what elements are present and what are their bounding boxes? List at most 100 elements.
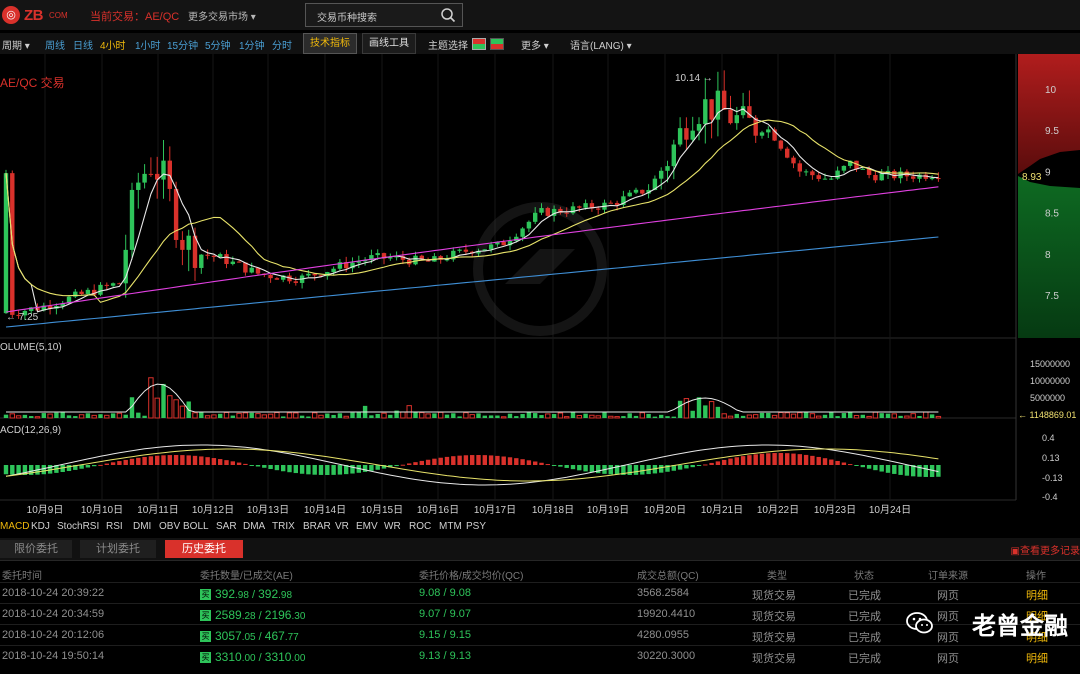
candle-body <box>413 255 418 265</box>
indicator-boll[interactable]: BOLL <box>183 521 209 532</box>
tab-plan-orders[interactable]: 计划委托 <box>80 540 156 558</box>
candle-body <box>841 165 847 171</box>
volume-bar <box>659 414 664 418</box>
macd-bar <box>507 457 513 465</box>
date-tick: 10月13日 <box>247 504 289 516</box>
tech-indicators-button[interactable]: 技术指标 <box>303 33 357 54</box>
macd-bar <box>98 464 103 466</box>
language-menu[interactable]: 语言(LANG) ▾ <box>570 37 632 52</box>
volume-bar <box>671 416 676 418</box>
more-markets-dropdown[interactable]: 更多交易市场 ▾ <box>188 8 256 23</box>
indicator-mtm[interactable]: MTM <box>439 521 462 532</box>
volume-bar <box>646 413 651 418</box>
price-tick: 9 <box>1045 167 1051 178</box>
indicator-wr[interactable]: WR <box>384 521 401 532</box>
macd-bar <box>892 465 897 474</box>
macd-bar <box>218 459 223 465</box>
order-detail-link[interactable]: 明细 <box>1026 650 1048 666</box>
indicator-sar[interactable]: SAR <box>216 521 237 532</box>
macd-bar <box>413 462 418 465</box>
indicator-obv[interactable]: OBV <box>159 521 180 532</box>
search-icon[interactable] <box>440 7 456 23</box>
period-4h[interactable]: 4小时 <box>100 37 126 52</box>
current-pair-label: 当前交易：AE/QC <box>90 11 180 23</box>
macd-bar <box>199 456 204 465</box>
indicator-dma[interactable]: DMA <box>243 521 265 532</box>
volume-bar <box>495 415 500 418</box>
indicator-roc[interactable]: ROC <box>409 521 431 532</box>
indicator-macd[interactable]: MACD <box>0 521 29 532</box>
candle-body <box>633 189 639 193</box>
macd-bar <box>558 465 563 467</box>
zb-logo[interactable]: ◎ ZB COM <box>2 5 72 25</box>
macd-bar <box>451 456 456 465</box>
indicator-kdj[interactable]: KDJ <box>31 521 50 532</box>
macd-bar <box>488 455 494 465</box>
col-status: 状态 <box>854 571 874 582</box>
watermark-text: 老曾金融 <box>972 613 1068 640</box>
indicator-psy[interactable]: PSY <box>466 521 486 532</box>
period-daily[interactable]: 日线 <box>73 37 93 52</box>
volume-bar <box>627 413 632 418</box>
drawing-tools-button[interactable]: 画线工具 <box>362 33 416 54</box>
volume-bar <box>898 415 903 418</box>
indicator-vr[interactable]: VR <box>335 521 349 532</box>
last-price-label: 8.93 <box>1022 172 1042 183</box>
candle-body <box>224 254 229 265</box>
indicator-stochrsi[interactable]: StochRSI <box>57 521 99 532</box>
more-menu[interactable]: 更多 ▾ <box>521 37 549 52</box>
macd-bar <box>722 459 727 465</box>
indicator-trix[interactable]: TRIX <box>272 521 295 532</box>
period-1m[interactable]: 1分钟 <box>239 37 265 52</box>
macd-bar <box>822 458 828 465</box>
macd-bar <box>854 465 859 466</box>
order-quantity: 买 3310.00 / 3310.00 <box>200 650 306 664</box>
indicator-rsi[interactable]: RSI <box>106 521 123 532</box>
candle-body <box>677 128 683 145</box>
tab-order-history[interactable]: 历史委托 <box>165 540 243 558</box>
candle-body <box>85 289 91 295</box>
theme-dark-swatch-icon[interactable] <box>472 38 486 50</box>
candle-body <box>520 228 525 237</box>
volume-title: OLUME(5,10) <box>0 342 62 353</box>
theme-select[interactable]: 主题选择 <box>428 37 468 52</box>
indicator-emv[interactable]: EMV <box>356 521 378 532</box>
candle-body <box>457 249 462 251</box>
macd-bar <box>123 459 128 465</box>
order-detail-link[interactable]: 明细 <box>1026 587 1048 603</box>
macd-bar <box>709 462 714 465</box>
order-source: 网页 <box>937 653 959 665</box>
macd-title: ACD(12,26,9) <box>0 425 61 436</box>
macd-bar <box>803 454 809 465</box>
macd-bar <box>564 465 569 468</box>
macd-bar <box>633 465 639 475</box>
candle-body <box>331 268 336 273</box>
tab-limit-orders[interactable]: 限价委托 <box>0 540 72 558</box>
macd-bar <box>778 453 784 465</box>
period-15m[interactable]: 15分钟 <box>167 37 198 52</box>
period-timeline[interactable]: 分时 <box>272 37 292 52</box>
volume-bar <box>73 416 78 418</box>
candle-body <box>268 274 273 279</box>
volume-bar <box>476 413 481 418</box>
high-price-label: 10.14 → <box>675 73 713 84</box>
macd-bar <box>753 454 758 465</box>
order-price: 9.07 / 9.07 <box>419 608 471 620</box>
kline-chart[interactable]: 10 9.5 9 8.5 8 7.5 AE/QC 交易 10.14 → ← 7.25 8.93 OL… <box>0 54 1080 520</box>
date-tick: 10月16日 <box>417 504 459 516</box>
macd-bar <box>715 461 721 465</box>
more-records-link[interactable]: ▣查看更多记录 <box>1011 542 1080 557</box>
macd-tick: -0.4 <box>1042 492 1058 502</box>
theme-light-swatch-icon[interactable] <box>490 38 504 50</box>
pair-search-input[interactable]: 交易币种搜索 <box>305 3 463 27</box>
indicator-dmi[interactable]: DMI <box>133 521 151 532</box>
candle-body <box>640 189 645 194</box>
period-weekly[interactable]: 周线 <box>45 37 65 52</box>
period-menu[interactable]: 周期 ▾ <box>2 37 30 52</box>
indicator-brar[interactable]: BRAR <box>303 521 331 532</box>
period-1h[interactable]: 1小时 <box>135 37 161 52</box>
macd-bar <box>173 455 179 465</box>
col-time: 委托时间 <box>2 571 42 582</box>
period-5m[interactable]: 5分钟 <box>205 37 231 52</box>
macd-bar <box>148 456 154 465</box>
